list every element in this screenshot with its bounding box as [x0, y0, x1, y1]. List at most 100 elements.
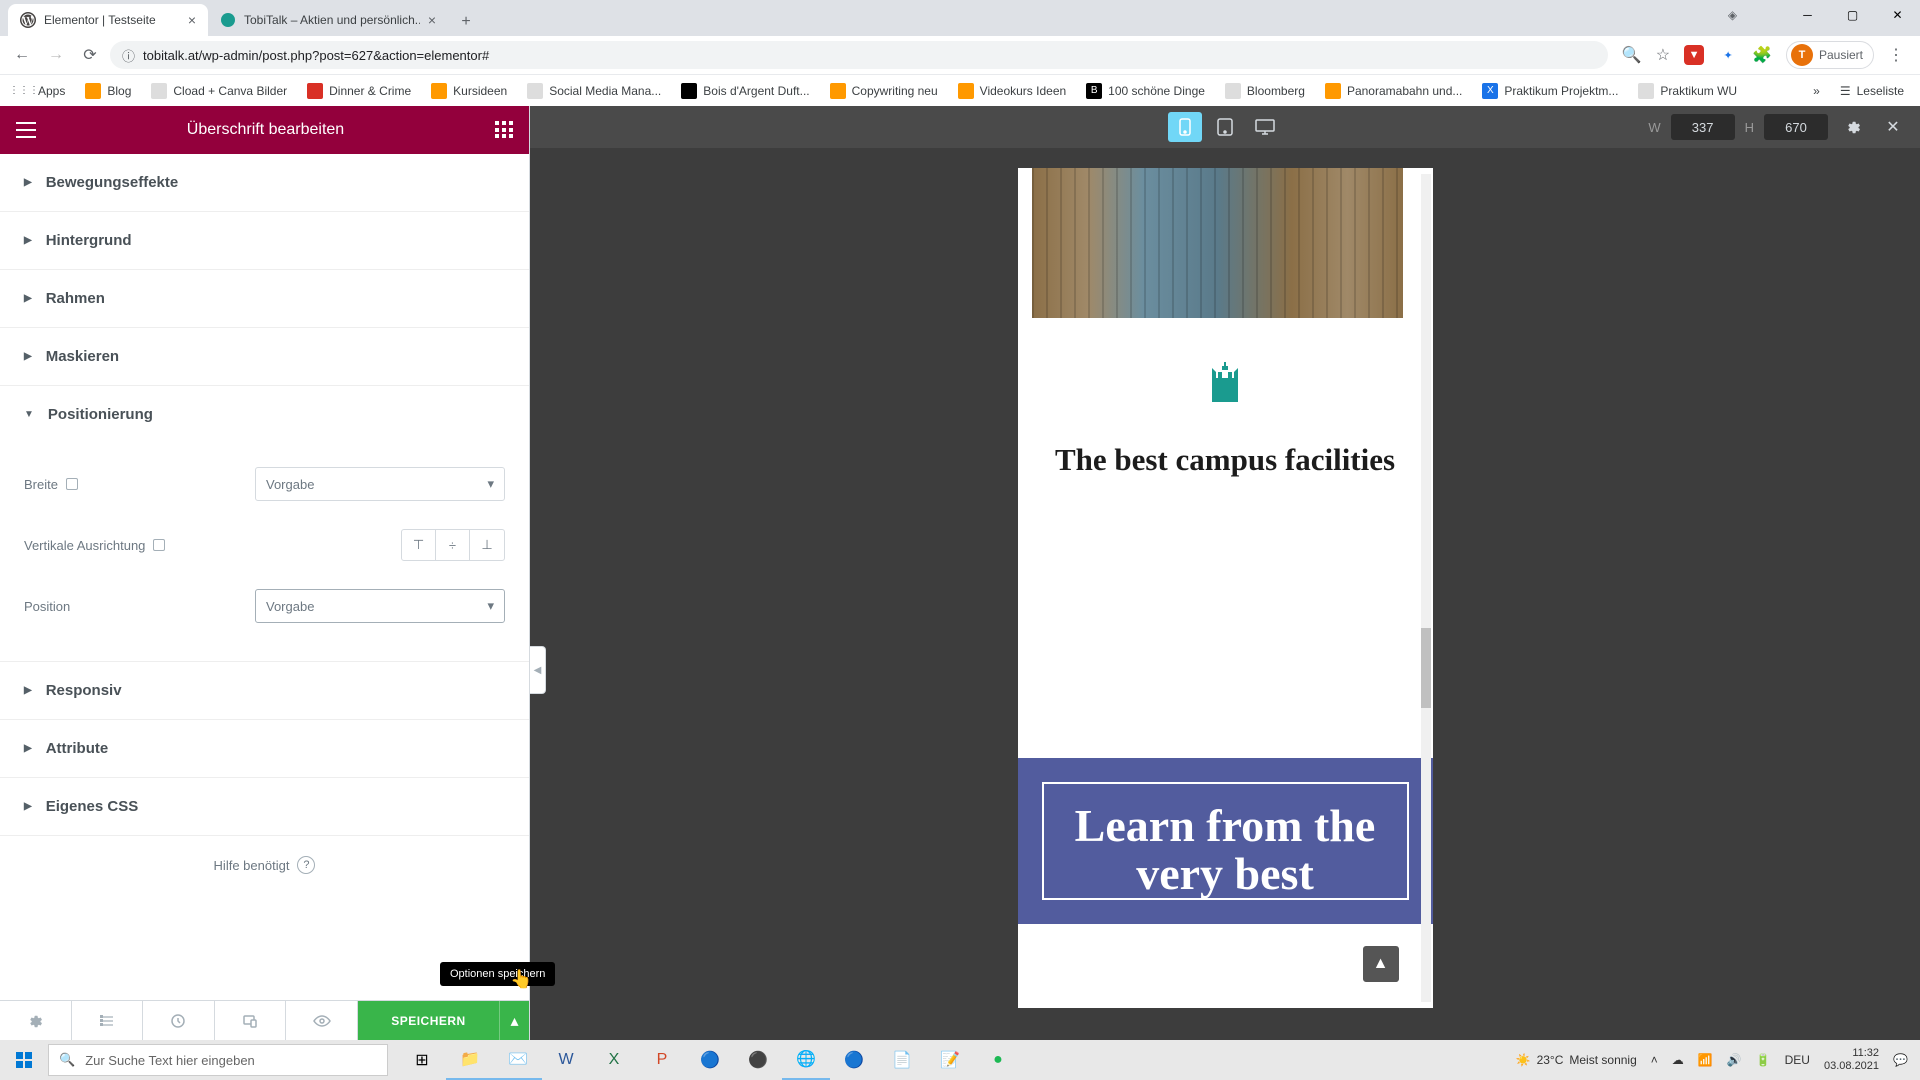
bookmark-item[interactable]: Blog — [77, 79, 139, 103]
accordion-eigenes-css[interactable]: ▶Eigenes CSS — [0, 778, 529, 835]
app-icon[interactable]: 📄 — [878, 1040, 926, 1080]
maximize-button[interactable]: ▢ — [1830, 0, 1875, 30]
bookmark-overflow[interactable]: » — [1805, 80, 1828, 102]
mobile-preview-frame[interactable]: The best campus facilities Learn from th… — [1018, 168, 1433, 1008]
app-icon[interactable]: 🔵 — [686, 1040, 734, 1080]
chrome-icon[interactable]: 🌐 — [782, 1040, 830, 1080]
spotify-icon[interactable]: ● — [974, 1040, 1022, 1080]
start-button[interactable] — [0, 1040, 48, 1080]
forward-button[interactable]: → — [42, 41, 70, 69]
minimize-button[interactable]: ─ — [1785, 0, 1830, 30]
menu-icon[interactable] — [16, 122, 36, 138]
url-input[interactable]: ⓘ tobitalk.at/wp-admin/post.php?post=627… — [110, 41, 1608, 69]
panel-body[interactable]: ▶Bewegungseffekte ▶Hintergrund ▶Rahmen ▶… — [0, 154, 529, 1000]
mail-icon[interactable]: ✉️ — [494, 1040, 542, 1080]
network-icon[interactable]: 📶 — [1698, 1053, 1713, 1067]
accordion-attribute[interactable]: ▶Attribute — [0, 720, 529, 777]
task-view-button[interactable]: ⊞ — [398, 1040, 446, 1080]
bookmark-star-icon[interactable]: ☆ — [1656, 45, 1670, 65]
campus-heading[interactable]: The best campus facilities — [1018, 442, 1433, 478]
accordion-positionierung[interactable]: ▼Positionierung — [0, 386, 529, 443]
bookmark-item[interactable]: Bloomberg — [1217, 79, 1313, 103]
extension-icon[interactable]: ✦ — [1718, 45, 1738, 65]
obs-icon[interactable]: ⚫ — [734, 1040, 782, 1080]
breite-select[interactable]: Vorgabe▾ — [255, 467, 505, 501]
settings-button[interactable] — [0, 1001, 72, 1040]
preview-settings-button[interactable] — [1838, 112, 1868, 142]
weather-widget[interactable]: ☀️ 23°C Meist sonnig — [1516, 1053, 1637, 1067]
close-preview-button[interactable]: ✕ — [1878, 112, 1908, 142]
align-middle-button[interactable]: ÷ — [436, 530, 470, 560]
scrollbar-track[interactable] — [1421, 174, 1431, 1002]
onedrive-icon[interactable]: ☁ — [1672, 1053, 1684, 1067]
responsive-icon[interactable] — [153, 539, 165, 551]
accordion-hintergrund[interactable]: ▶Hintergrund — [0, 212, 529, 269]
excel-icon[interactable]: X — [590, 1040, 638, 1080]
bookmark-item[interactable]: Praktikum WU — [1630, 79, 1745, 103]
bookmark-item[interactable]: Kursideen — [423, 79, 515, 103]
back-button[interactable]: ← — [8, 41, 36, 69]
reload-button[interactable]: ⟳ — [76, 41, 104, 69]
browser-tab[interactable]: TobiTalk – Aktien und persönlich... × — [208, 4, 448, 36]
width-input[interactable] — [1671, 114, 1735, 140]
bookmark-item[interactable]: B100 schöne Dinge — [1078, 79, 1213, 103]
bookmark-item[interactable]: Bois d'Argent Duft... — [673, 79, 817, 103]
height-input[interactable] — [1764, 114, 1828, 140]
zoom-icon[interactable]: 🔍 — [1622, 45, 1642, 65]
responsive-icon[interactable] — [66, 478, 78, 490]
word-icon[interactable]: W — [542, 1040, 590, 1080]
site-info-icon[interactable]: ⓘ — [122, 46, 135, 65]
tray-chevron-icon[interactable]: ˄ — [1651, 1053, 1658, 1067]
profile-button[interactable]: T Pausiert — [1786, 41, 1874, 69]
close-window-button[interactable]: ✕ — [1875, 0, 1920, 30]
accordion-responsiv[interactable]: ▶Responsiv — [0, 662, 529, 719]
scrollbar-thumb[interactable] — [1421, 628, 1431, 708]
clock[interactable]: 11:32 03.08.2021 — [1824, 1047, 1879, 1073]
incognito-icon[interactable]: ◈ — [1710, 0, 1755, 30]
battery-icon[interactable]: 🔋 — [1756, 1053, 1771, 1067]
tablet-device-button[interactable] — [1208, 112, 1242, 142]
new-tab-button[interactable]: + — [452, 8, 480, 36]
reading-list-button[interactable]: ☰Leseliste — [1832, 80, 1912, 102]
accordion-bewegungseffekte[interactable]: ▶Bewegungseffekte — [0, 154, 529, 211]
preview-button[interactable] — [286, 1001, 358, 1040]
bookmark-item[interactable]: Videokurs Ideen — [950, 79, 1075, 103]
align-bottom-button[interactable]: ⊥ — [470, 530, 504, 560]
desktop-device-button[interactable] — [1248, 112, 1282, 142]
learn-heading[interactable]: Learn from the very best — [1054, 802, 1397, 899]
close-icon[interactable]: × — [428, 12, 436, 28]
menu-icon[interactable]: ⋮ — [1888, 45, 1904, 65]
close-icon[interactable]: × — [188, 12, 196, 28]
extension-icon[interactable]: ▼ — [1684, 45, 1704, 65]
browser-tab-active[interactable]: Elementor | Testseite × — [8, 4, 208, 36]
save-options-button[interactable]: ▴ — [499, 1001, 529, 1040]
powerpoint-icon[interactable]: P — [638, 1040, 686, 1080]
collapse-sidebar-button[interactable]: ◀ — [530, 646, 546, 694]
widgets-icon[interactable] — [495, 121, 513, 139]
bookmark-item[interactable]: XPraktikum Projektm... — [1474, 79, 1626, 103]
taskbar-search[interactable]: 🔍 Zur Suche Text hier eingeben — [48, 1044, 388, 1076]
navigator-button[interactable] — [72, 1001, 144, 1040]
mobile-device-button[interactable] — [1168, 112, 1202, 142]
scroll-to-top-button[interactable]: ▲ — [1363, 946, 1399, 982]
position-select[interactable]: Vorgabe▾ — [255, 589, 505, 623]
bookmark-item[interactable]: Copywriting neu — [822, 79, 946, 103]
language-indicator[interactable]: DEU — [1785, 1053, 1810, 1067]
responsive-button[interactable] — [215, 1001, 287, 1040]
bookmark-item[interactable]: Dinner & Crime — [299, 79, 419, 103]
save-button[interactable]: SPEICHERN — [358, 1001, 499, 1040]
bookmark-item[interactable]: Social Media Mana... — [519, 79, 669, 103]
notifications-icon[interactable]: 💬 — [1893, 1053, 1908, 1067]
accordion-maskieren[interactable]: ▶Maskieren — [0, 328, 529, 385]
notepad-icon[interactable]: 📝 — [926, 1040, 974, 1080]
accordion-rahmen[interactable]: ▶Rahmen — [0, 270, 529, 327]
volume-icon[interactable]: 🔊 — [1727, 1053, 1742, 1067]
bookmark-apps[interactable]: ⋮⋮⋮Apps — [8, 79, 73, 103]
align-top-button[interactable]: ⊤ — [402, 530, 436, 560]
help-link[interactable]: Hilfe benötigt? — [0, 836, 529, 894]
extensions-icon[interactable]: 🧩 — [1752, 45, 1772, 65]
history-button[interactable] — [143, 1001, 215, 1040]
bookmark-item[interactable]: Cload + Canva Bilder — [143, 79, 295, 103]
explorer-icon[interactable]: 📁 — [446, 1040, 494, 1080]
bookmark-item[interactable]: Panoramabahn und... — [1317, 79, 1470, 103]
